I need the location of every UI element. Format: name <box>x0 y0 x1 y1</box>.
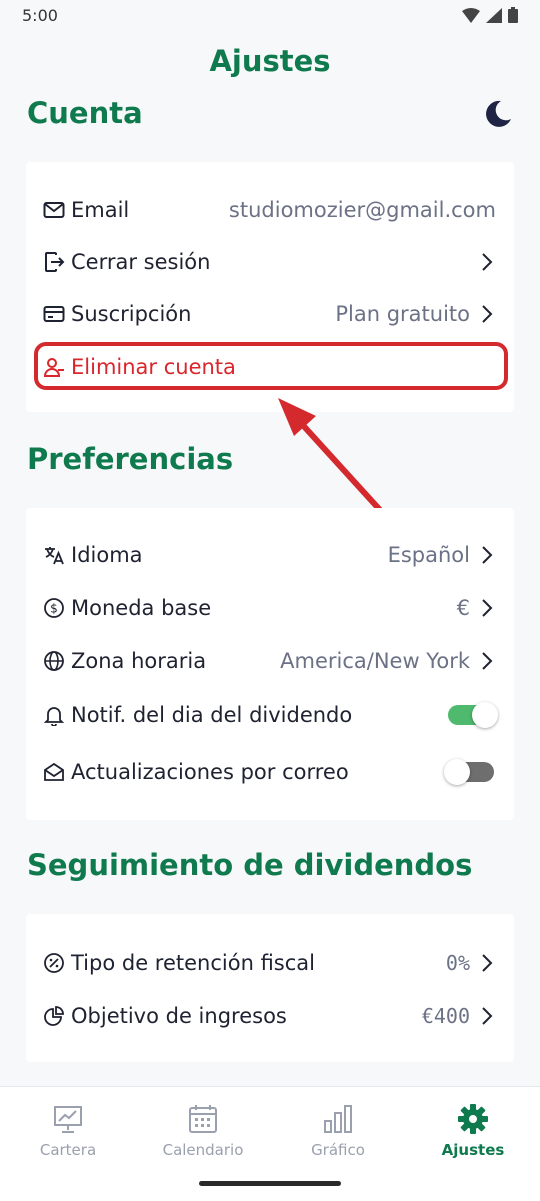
mail-icon <box>42 198 66 222</box>
nav-label-grafico: Gráfico <box>311 1141 365 1159</box>
wifi-icon <box>462 7 480 23</box>
credit-card-icon <box>42 302 66 326</box>
chevron-right-icon <box>478 597 496 619</box>
portfolio-chart-icon <box>8 1101 128 1137</box>
nav-label-ajustes: Ajustes <box>441 1141 505 1159</box>
section-title-preferencias: Preferencias <box>27 442 234 476</box>
actualizaciones-correo-toggle[interactable] <box>444 759 494 785</box>
section-title-seguimiento: Seguimiento de dividendos <box>27 848 473 882</box>
svg-text:$: $ <box>50 602 58 616</box>
card-seguimiento: Tipo de retención fiscal 0% Objetivo de … <box>26 914 514 1062</box>
actualizaciones-correo-label: Actualizaciones por correo <box>71 760 349 784</box>
user-remove-icon <box>42 355 66 379</box>
row-moneda-base[interactable]: $ Moneda base € <box>42 586 496 630</box>
tipo-retencion-label: Tipo de retención fiscal <box>71 951 315 975</box>
notif-dividendo-toggle[interactable] <box>448 702 498 728</box>
home-indicator[interactable] <box>199 1181 341 1186</box>
moon-icon[interactable] <box>483 99 513 129</box>
eliminar-cuenta-label: Eliminar cuenta <box>71 355 236 379</box>
gear-icon <box>413 1101 533 1137</box>
status-bar: 5:00 <box>0 0 540 32</box>
row-eliminar-cuenta[interactable]: Eliminar cuenta <box>42 345 496 389</box>
annotation-arrow <box>278 398 383 513</box>
row-suscripcion[interactable]: Suscripción Plan gratuito <box>42 292 496 336</box>
suscripcion-label: Suscripción <box>71 302 192 326</box>
globe-icon <box>42 649 66 673</box>
row-cerrar-sesion[interactable]: Cerrar sesión <box>42 240 496 284</box>
moneda-base-value: € <box>456 596 470 620</box>
moneda-base-label: Moneda base <box>71 596 212 620</box>
calendar-icon <box>143 1101 263 1137</box>
row-tipo-retencion[interactable]: Tipo de retención fiscal 0% <box>42 941 496 985</box>
card-cuenta: Email studiomozier@gmail.com Cerrar sesi… <box>26 162 514 412</box>
cerrar-sesion-label: Cerrar sesión <box>71 250 211 274</box>
status-time: 5:00 <box>22 6 58 25</box>
pie-chart-icon <box>42 1004 66 1028</box>
chevron-right-icon <box>478 251 496 273</box>
nav-label-cartera: Cartera <box>39 1141 97 1159</box>
row-objetivo-ingresos[interactable]: Objetivo de ingresos €400 <box>42 994 496 1038</box>
notif-dividendo-label: Notif. del dia del dividendo <box>71 703 353 727</box>
row-email[interactable]: Email studiomozier@gmail.com <box>42 188 496 232</box>
row-actualizaciones-correo: Actualizaciones por correo <box>42 750 496 794</box>
email-label: Email <box>71 198 130 222</box>
row-zona-horaria[interactable]: Zona horaria America/New York <box>42 639 496 683</box>
dollar-circle-icon: $ <box>42 596 66 620</box>
signal-icon <box>486 7 502 23</box>
nav-item-calendario[interactable]: Calendario <box>143 1101 263 1159</box>
section-title-cuenta: Cuenta <box>27 96 143 130</box>
objetivo-ingresos-label: Objetivo de ingresos <box>71 1004 287 1028</box>
page-title: Ajustes <box>209 44 331 78</box>
bar-chart-icon <box>278 1101 398 1137</box>
email-value: studiomozier@gmail.com <box>228 198 496 222</box>
row-notif-dividendo: Notif. del dia del dividendo <box>42 693 498 737</box>
chevron-right-icon <box>478 650 496 672</box>
card-preferencias: Idioma Español $ Moneda base € Zona hora… <box>26 508 514 820</box>
idioma-value: Español <box>387 543 470 567</box>
translate-icon <box>42 543 66 567</box>
zona-horaria-label: Zona horaria <box>71 649 207 673</box>
nav-item-grafico[interactable]: Gráfico <box>278 1101 398 1159</box>
idioma-label: Idioma <box>71 543 143 567</box>
chevron-right-icon <box>478 952 496 974</box>
chevron-right-icon <box>478 1005 496 1027</box>
objetivo-ingresos-value: €400 <box>421 1004 470 1028</box>
mail-open-icon <box>42 760 66 784</box>
tipo-retencion-value: 0% <box>445 951 470 975</box>
zona-horaria-value: America/New York <box>280 649 470 673</box>
nav-item-cartera[interactable]: Cartera <box>8 1101 128 1159</box>
nav-label-calendario: Calendario <box>162 1141 244 1159</box>
chevron-right-icon <box>478 303 496 325</box>
bell-icon <box>42 703 66 727</box>
logout-icon <box>42 250 66 274</box>
suscripcion-value: Plan gratuito <box>335 302 470 326</box>
battery-icon <box>508 7 518 23</box>
nav-item-ajustes[interactable]: Ajustes <box>413 1101 533 1159</box>
chevron-right-icon <box>478 544 496 566</box>
row-idioma[interactable]: Idioma Español <box>42 533 496 577</box>
percent-icon <box>42 951 66 975</box>
